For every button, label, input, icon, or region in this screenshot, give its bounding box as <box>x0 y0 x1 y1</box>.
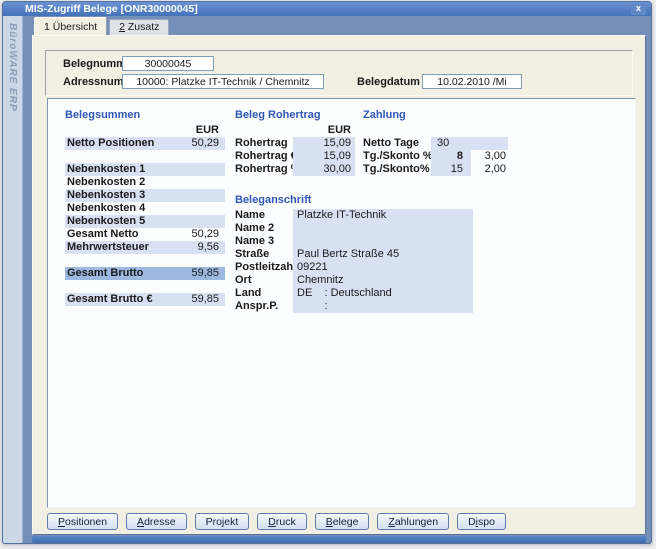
action-button-row: Positionen Adresse Projekt Druck Belege … <box>47 513 506 530</box>
section-zahlung: Zahlung Netto Tage30 Tg./Skonto %83,00 T… <box>363 109 513 176</box>
section-belegsummen: Belegsummen EUR Netto Positionen50,29 Ne… <box>65 109 225 306</box>
table-row: Nebenkosten 4 <box>65 202 225 215</box>
document-header-groupbox: Belegnummer Adressnummer Belegdatum <box>45 50 633 96</box>
table-row: Name 2 <box>235 222 475 235</box>
data-panel: Belegsummen EUR Netto Positionen50,29 Ne… <box>47 98 636 508</box>
section-beleganschrift: Beleganschrift NamePlatzke IT-Technik Na… <box>235 194 475 313</box>
table-row: Nebenkosten 1 <box>65 163 225 176</box>
dispo-button[interactable]: Dispo <box>457 513 506 530</box>
table-row: Nebenkosten 3 <box>65 189 225 202</box>
positionen-button[interactable]: Positionen <box>47 513 118 530</box>
title-bar: MIS-Zugriff Belege [ONR30000045] x <box>3 2 651 16</box>
table-row: NamePlatzke IT-Technik <box>235 209 475 222</box>
table-row: Netto Tage30 <box>363 137 513 150</box>
table-row-selected: Gesamt Brutto59,85 <box>65 267 225 280</box>
table-row: StraßePaul Bertz Straße 45 <box>235 248 475 261</box>
table-row: Rohertrag €15,09 <box>235 150 355 163</box>
table-row: Gesamt Brutto €59,85 <box>65 293 225 306</box>
table-row: Name 3 <box>235 235 475 248</box>
adresse-button[interactable]: Adresse <box>126 513 187 530</box>
table-row: Nebenkosten 2 <box>65 176 225 189</box>
bottom-status-bar <box>32 536 646 543</box>
table-row: Anspr.P. : <box>235 300 475 313</box>
window-title: MIS-Zugriff Belege [ONR30000045] <box>25 3 198 15</box>
zahlung-heading: Zahlung <box>363 109 513 124</box>
window-body: BüroWARE ERP 1 Übersicht 2 Zusatz Belegn… <box>3 16 651 544</box>
brand-strip: BüroWARE ERP <box>3 16 23 544</box>
bottom-frame-pad <box>32 543 646 544</box>
table-row: Netto Positionen50,29 <box>65 137 225 150</box>
table-row: Gesamt Netto50,29 <box>65 228 225 241</box>
table-row: Tg./Skonto%152,00 <box>363 163 513 176</box>
tab-strip: 1 Übersicht 2 Zusatz <box>32 16 646 35</box>
projekt-button[interactable]: Projekt <box>195 513 250 530</box>
table-row: LandDE : Deutschland <box>235 287 475 300</box>
tab-zusatz[interactable]: 2 Zusatz <box>109 19 169 35</box>
close-icon[interactable]: x <box>631 3 646 15</box>
table-row: Rohertrag15,09 <box>235 137 355 150</box>
belegdatum-input[interactable] <box>422 74 522 89</box>
brand-text: BüroWARE ERP <box>7 16 18 112</box>
rohertrag-eur-header: EUR <box>235 124 355 137</box>
belegsummen-eur-header: EUR <box>65 124 225 137</box>
rohertrag-heading: Beleg Rohertrag <box>235 109 355 124</box>
belegsummen-heading: Belegsummen <box>65 109 225 124</box>
table-row: Nebenkosten 5 <box>65 215 225 228</box>
table-row: OrtChemnitz <box>235 274 475 287</box>
table-row: Mehrwertsteuer9,56 <box>65 241 225 254</box>
belegdatum-label: Belegdatum <box>357 76 420 89</box>
adressnummer-input[interactable] <box>122 74 324 89</box>
table-row: Tg./Skonto %83,00 <box>363 150 513 163</box>
main-column: 1 Übersicht 2 Zusatz Belegnummer Adressn… <box>23 16 651 544</box>
belegnummer-input[interactable] <box>122 56 214 71</box>
tab-uebersicht[interactable]: 1 Übersicht <box>34 17 107 35</box>
content-panel: Belegnummer Adressnummer Belegdatum Bele… <box>32 35 646 535</box>
beleganschrift-heading: Beleganschrift <box>235 194 475 209</box>
section-rohertrag: Beleg Rohertrag EUR Rohertrag15,09 Roher… <box>235 109 355 176</box>
table-row: Postleitzahl09221 <box>235 261 475 274</box>
belege-button[interactable]: Belege <box>315 513 370 530</box>
app-window: MIS-Zugriff Belege [ONR30000045] x BüroW… <box>2 1 652 544</box>
spacer <box>363 124 513 137</box>
table-row: Rohertrag %30,00 <box>235 163 355 176</box>
druck-button[interactable]: Druck <box>257 513 306 530</box>
zahlungen-button[interactable]: Zahlungen <box>377 513 449 530</box>
